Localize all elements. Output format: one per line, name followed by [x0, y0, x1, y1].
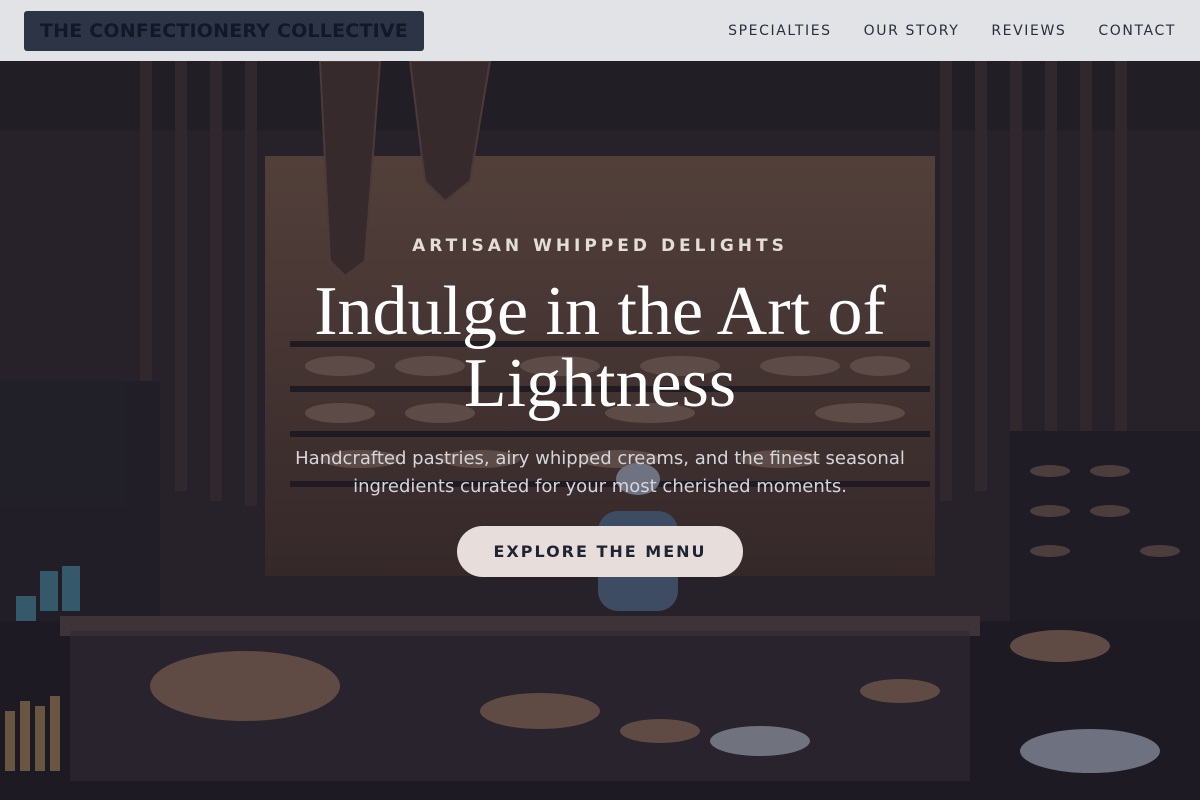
nav-item-contact[interactable]: CONTACT — [1098, 23, 1176, 39]
nav-item-our-story[interactable]: OUR STORY — [864, 23, 960, 39]
main-nav: SPECIALTIES OUR STORY REVIEWS CONTACT — [728, 23, 1176, 39]
hero-headline: Indulge in the Art of Lightness — [314, 273, 886, 422]
explore-menu-button[interactable]: EXPLORE THE MENU — [457, 526, 743, 577]
site-header: THE CONFECTIONERY COLLECTIVE SPECIALTIES… — [0, 0, 1200, 61]
hero-subtext: Handcrafted pastries, airy whipped cream… — [295, 448, 905, 497]
hero-content: ARTISAN WHIPPED DELIGHTS Indulge in the … — [0, 61, 1200, 800]
nav-item-reviews[interactable]: REVIEWS — [991, 23, 1066, 39]
brand-name: THE CONFECTIONERY COLLECTIVE — [40, 19, 408, 42]
hero-eyebrow: ARTISAN WHIPPED DELIGHTS — [412, 236, 788, 256]
brand-logo[interactable]: THE CONFECTIONERY COLLECTIVE — [24, 10, 424, 51]
hero-section: ARTISAN WHIPPED DELIGHTS Indulge in the … — [0, 61, 1200, 800]
nav-item-specialties[interactable]: SPECIALTIES — [728, 23, 832, 39]
